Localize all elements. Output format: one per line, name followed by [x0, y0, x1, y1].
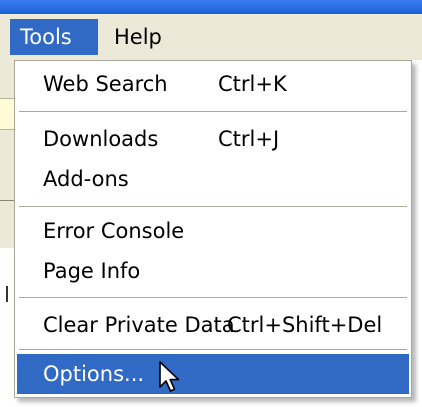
menu-item-shortcut: Ctrl+Shift+Del: [227, 313, 383, 337]
menu-item-shortcut: Ctrl+J: [218, 127, 280, 151]
menu-item-downloads[interactable]: Downloads Ctrl+J: [17, 119, 409, 159]
menu-item-label: Add-ons: [43, 167, 129, 191]
menu-separator: [19, 297, 407, 298]
menu-item-add-ons[interactable]: Add-ons: [17, 159, 409, 199]
menu-bar: Tools Help: [0, 14, 422, 60]
menu-separator: [19, 111, 407, 112]
menu-item-web-search[interactable]: Web Search Ctrl+K: [17, 64, 409, 104]
menu-item-label: Clear Private Data: [43, 313, 235, 337]
menu-help[interactable]: Help: [104, 19, 162, 55]
menu-item-shortcut: Ctrl+K: [218, 72, 287, 96]
menu-item-label: Downloads: [43, 127, 159, 151]
menu-separator: [19, 349, 407, 350]
menu-item-error-console[interactable]: Error Console: [17, 211, 409, 251]
menu-tools[interactable]: Tools: [10, 19, 98, 55]
menu-item-page-info[interactable]: Page Info: [17, 251, 409, 291]
menu-item-label: Page Info: [43, 259, 141, 283]
menu-item-label: Error Console: [43, 219, 185, 243]
menu-item-label: Web Search: [43, 72, 168, 96]
title-bar-strip: [0, 0, 422, 14]
mouse-pointer-icon: [159, 361, 180, 392]
background-window-edge: [0, 60, 14, 407]
menu-item-options[interactable]: Options...: [17, 354, 409, 394]
menu-item-label: Options...: [43, 362, 145, 386]
menu-item-clear-private-data[interactable]: Clear Private Data Ctrl+Shift+Del: [17, 305, 409, 345]
tools-dropdown-menu: Web Search Ctrl+K Downloads Ctrl+J Add-o…: [14, 60, 412, 398]
menu-separator: [19, 206, 407, 207]
